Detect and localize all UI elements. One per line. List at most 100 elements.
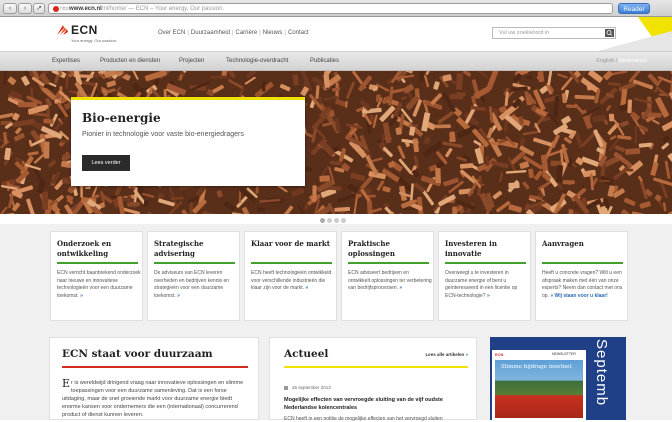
browser-toolbar: ‹ › ↗ https www.ecn.nl/nl/home/ — ECN – … — [0, 0, 672, 17]
search-icon — [605, 29, 614, 37]
topnav-contact[interactable]: Contact — [288, 30, 309, 36]
card-strategische-advisering[interactable]: Strategische advisering De adviseurs van… — [147, 231, 240, 321]
card-klaar-voor-de-markt[interactable]: Klaar voor de markt ECN heeft technologi… — [244, 231, 337, 321]
card-aanvragen[interactable]: Aanvragen Heeft u concrete vragen? Wilt … — [535, 231, 628, 321]
contact-link[interactable]: Wij staan voor u klaar! — [555, 293, 608, 299]
newsletter-logo: ECN — [495, 352, 503, 357]
card-body: ECN heeft technologieën ontwikkeld voor … — [251, 270, 335, 293]
lang-english[interactable]: English — [596, 58, 614, 64]
hero-banner: Bio-energie Pionier in technologie voor … — [0, 71, 672, 214]
card-title: Praktische oplossingen — [348, 239, 432, 259]
duurzaam-panel: ECN staat voor duurzaam Er is wereldwijd… — [49, 337, 259, 420]
card-divider — [445, 262, 526, 264]
topnav-over-ecn[interactable]: Over ECN — [158, 30, 185, 36]
newsletter-title: NEWSLETTER — [552, 352, 576, 356]
arrow-icon: » — [465, 352, 468, 357]
card-text: De adviseurs van ECN leveren overheden e… — [154, 270, 229, 299]
search-button[interactable] — [605, 29, 614, 37]
slider-dot[interactable] — [334, 218, 339, 223]
arrow-icon[interactable]: » — [399, 285, 402, 291]
card-title: Aanvragen — [542, 239, 626, 249]
lang-nederlands[interactable]: Nederlands — [619, 58, 647, 64]
logo-tagline: Your energy. Our passion. — [71, 38, 117, 43]
drop-cap: E — [62, 379, 70, 389]
card-praktische-oplossingen[interactable]: Praktische oplossingen ECN adviseert bed… — [341, 231, 434, 321]
topnav-nieuws[interactable]: Nieuws — [263, 30, 283, 36]
card-divider — [542, 262, 623, 264]
hero-title: Bio-energie — [82, 111, 161, 125]
news-headline[interactable]: Mogelijke effecten van vervroegde sluiti… — [284, 396, 472, 412]
card-title: Klaar voor de markt — [251, 239, 335, 249]
arrow-icon[interactable]: » — [487, 293, 490, 299]
forward-button[interactable]: › — [18, 3, 32, 14]
nav-projecten[interactable]: Projecten — [179, 58, 204, 64]
address-bar[interactable]: https www.ecn.nl/nl/home/ — ECN – Your e… — [48, 3, 613, 14]
all-articles-link[interactable]: Lees alle artikelen » — [425, 352, 468, 357]
arrow-icon[interactable]: » — [550, 293, 553, 299]
card-onderzoek[interactable]: Onderzoek en ontwikkeling ECN verricht b… — [50, 231, 143, 321]
duurzaam-divider — [62, 366, 248, 368]
topnav-carriere[interactable]: Carrière — [236, 30, 258, 36]
card-divider — [251, 262, 332, 264]
duurzaam-body: r is wereldwijd dringend vraag naar inno… — [62, 380, 243, 418]
card-divider — [348, 262, 429, 264]
nav-publicaties[interactable]: Publicaties — [310, 58, 339, 64]
actueel-title: Actueel — [284, 348, 328, 360]
slider-dot[interactable] — [320, 218, 325, 223]
card-title: Strategische advisering — [154, 239, 238, 259]
https-label: https — [60, 4, 71, 14]
card-divider — [154, 262, 235, 264]
read-more-button[interactable]: Lees verder — [82, 155, 130, 171]
newsletter-cover: ECN NEWSLETTER Slimme bijdrage meetnet — [492, 350, 586, 420]
hero-subtitle: Pionier in technologie voor vaste bio-en… — [82, 131, 244, 138]
hero-card: Bio-energie Pionier in technologie voor … — [71, 97, 305, 186]
bottom-section: ECN staat voor duurzaam Er is wereldwijd… — [0, 330, 672, 420]
card-body: De adviseurs van ECN leveren overheden e… — [154, 270, 238, 300]
topnav-duurzaamheid[interactable]: Duurzaamheid — [191, 30, 230, 36]
ecn-logo-icon[interactable] — [56, 24, 70, 36]
slider-dot[interactable] — [327, 218, 332, 223]
news-body: ECN heeft in een notitie de mogelijke ef… — [284, 416, 472, 422]
back-button[interactable]: ‹ — [3, 3, 17, 14]
arrow-icon[interactable]: » — [80, 293, 83, 299]
main-navigation: Expertises Producten en diensten Project… — [0, 51, 672, 71]
search-placeholder: Vul uw zoekwoord in — [499, 30, 549, 36]
nav-producten-en-diensten[interactable]: Producten en diensten — [100, 58, 160, 64]
card-text: Overweegt u te investeren in duurzame en… — [445, 270, 517, 299]
service-cards: Onderzoek en ontwikkeling ECN verricht b… — [0, 224, 672, 330]
arrow-icon[interactable]: » — [305, 285, 308, 291]
url-host: www.ecn.nl — [69, 6, 102, 12]
nav-expertises[interactable]: Expertises — [52, 58, 80, 64]
reader-button[interactable]: Reader — [618, 3, 650, 14]
card-body: Overweegt u te investeren in duurzame en… — [445, 270, 529, 300]
card-investeren-in-innovatie[interactable]: Investeren in innovatie Overweegt u te i… — [438, 231, 531, 321]
news-date-text: 26 september 2013 — [292, 385, 331, 390]
search-input[interactable]: Vul uw zoekwoord in — [492, 27, 616, 39]
logo-text[interactable]: ECN — [71, 23, 98, 37]
card-text: ECN adviseert bedrijven en ontwikkelt op… — [348, 270, 432, 291]
actueel-divider — [284, 366, 468, 368]
share-button[interactable]: ↗ — [33, 3, 45, 14]
newsletter-promo[interactable]: Septemb ECN NEWSLETTER Slimme bijdrage m… — [490, 337, 626, 420]
card-text: ECN heeft technologieën ontwikkeld voor … — [251, 270, 331, 291]
nav-technologie-overdracht[interactable]: Technologie-overdracht — [226, 58, 288, 64]
card-title: Investeren in innovatie — [445, 239, 529, 259]
all-articles-label: Lees alle artikelen — [425, 352, 464, 357]
card-body: Heeft u concrete vragen? Wilt u een afsp… — [542, 270, 626, 300]
card-title: Onderzoek en ontwikkeling — [57, 239, 141, 259]
url-title: — ECN – Your energy. Our passion. — [126, 6, 224, 12]
arrow-icon[interactable]: » — [177, 293, 180, 299]
duurzaam-text: Er is wereldwijd dringend vraag naar inn… — [62, 379, 252, 419]
card-body: ECN adviseert bedrijven en ontwikkelt op… — [348, 270, 432, 293]
calendar-icon — [284, 386, 288, 390]
top-navigation: Over ECN|Duurzaamheid|Carrière|Nieuws|Co… — [158, 30, 309, 36]
site-header: ECN Your energy. Our passion. Over ECN|D… — [0, 17, 672, 51]
news-date: 26 september 2013 — [284, 385, 331, 390]
actueel-panel: Actueel Lees alle artikelen » 26 septemb… — [269, 337, 477, 420]
duurzaam-title: ECN staat voor duurzaam — [62, 348, 213, 360]
url-path: /nl/home/ — [102, 6, 127, 12]
slider-dot[interactable] — [341, 218, 346, 223]
newsletter-headline: Slimme bijdrage meetnet — [501, 364, 572, 370]
card-divider — [57, 262, 138, 264]
language-switch: English / Nederlands — [596, 58, 647, 64]
